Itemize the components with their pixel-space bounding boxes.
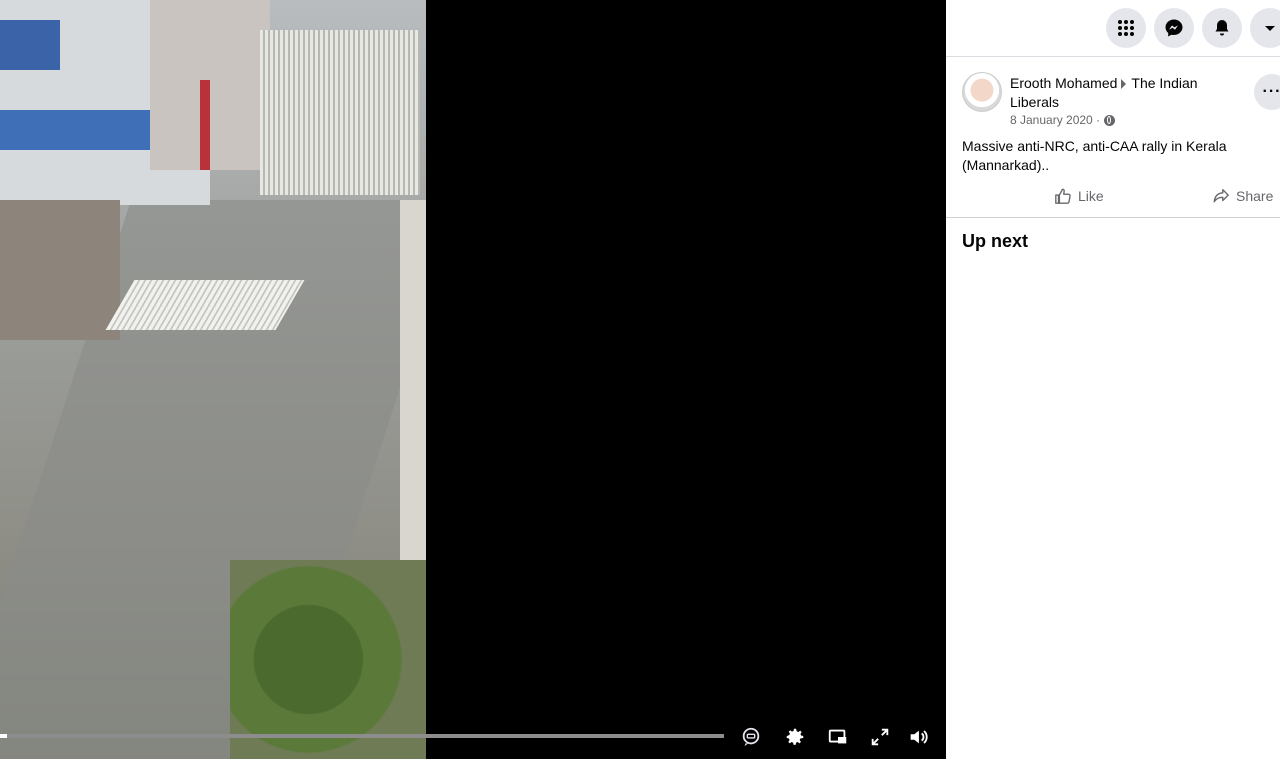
post-options-button[interactable]: ···	[1254, 74, 1280, 110]
video-scene-trees	[230, 560, 426, 759]
thumbs-up-icon	[1055, 188, 1071, 204]
post-timestamp: 8 January 2020 ·	[1010, 113, 1116, 127]
video-scene-roof	[0, 20, 60, 70]
bell-icon	[1215, 20, 1229, 36]
video-progress-fill	[0, 734, 8, 738]
chevron-down-icon	[1265, 26, 1275, 31]
post-date[interactable]: 8 January 2020 ·	[1010, 113, 1100, 127]
menu-grid-icon	[1118, 20, 1134, 36]
messenger-icon	[1165, 19, 1183, 37]
like-label: Like	[1078, 188, 1104, 204]
speaker-icon	[910, 730, 928, 744]
share-button[interactable]: Share	[1212, 187, 1273, 205]
post-caption: Massive anti-NRC, anti-CAA rally in Kera…	[962, 138, 1227, 173]
author-name-link[interactable]: Erooth Mohamed	[1010, 75, 1117, 91]
video-scene-wall-stripe	[200, 80, 210, 170]
account-menu-button[interactable]	[1250, 8, 1280, 48]
video-scene-building	[0, 200, 120, 340]
video-player[interactable]	[0, 0, 946, 759]
post-header: Erooth Mohamed The Indian Liberals	[1010, 74, 1230, 112]
video-progress-bar[interactable]	[0, 734, 724, 738]
gear-icon	[786, 728, 804, 745]
post-panel: Erooth Mohamed The Indian Liberals 8 Janu…	[946, 0, 1280, 759]
video-frame[interactable]	[0, 0, 426, 759]
captions-icon	[742, 727, 760, 747]
fullscreen-icon	[871, 728, 889, 746]
settings-button[interactable]	[782, 725, 808, 749]
picture-in-picture-icon	[828, 729, 847, 744]
share-label: Share	[1236, 188, 1274, 204]
menu-button[interactable]	[1106, 8, 1146, 48]
video-scene-crowd	[105, 280, 305, 330]
like-button[interactable]: Like	[1054, 187, 1104, 205]
notifications-button[interactable]	[1202, 8, 1242, 48]
avatar[interactable]	[962, 72, 1002, 112]
share-arrow-icon	[1213, 189, 1229, 203]
fullscreen-button[interactable]	[867, 725, 893, 749]
caret-right-icon	[1121, 79, 1127, 90]
messenger-button[interactable]	[1154, 8, 1194, 48]
top-navigation-bar	[946, 0, 1280, 57]
globe-icon	[1104, 114, 1116, 126]
picture-in-picture-button[interactable]	[825, 725, 851, 749]
post-actions: Like Share	[946, 180, 1280, 218]
video-scene-building	[150, 0, 270, 170]
captions-button[interactable]	[738, 725, 764, 749]
up-next-heading: Up next	[962, 231, 1029, 251]
video-scene-crowd	[260, 30, 420, 195]
volume-button[interactable]	[905, 725, 931, 749]
